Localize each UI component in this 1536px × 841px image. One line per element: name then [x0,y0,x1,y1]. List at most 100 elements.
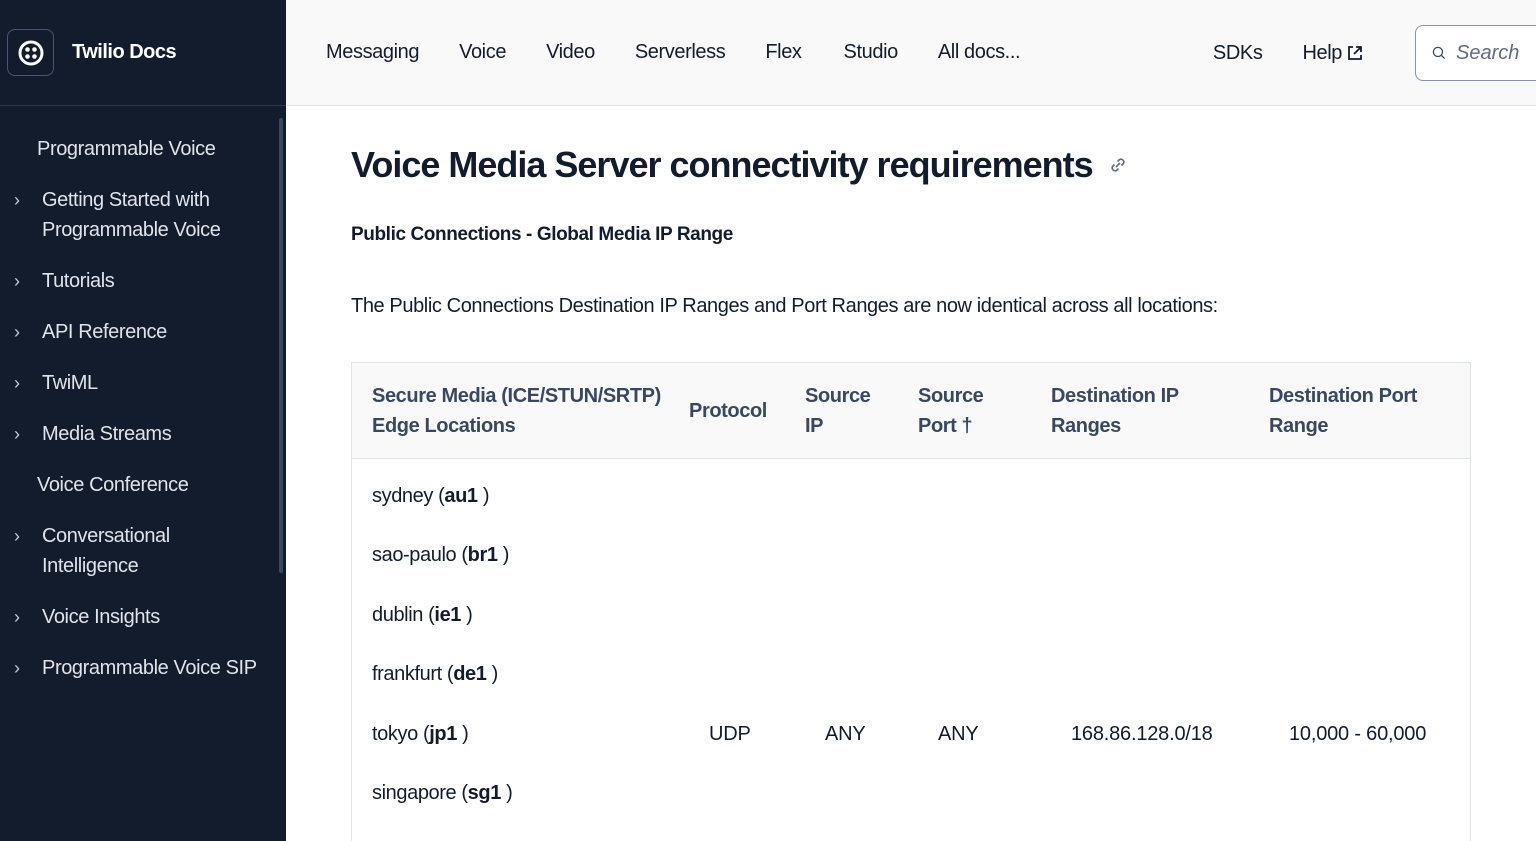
location-frankfurt: frankfurt (de1 ) [372,663,498,686]
cell-source-port: ANY [938,723,979,745]
nav-link-sdks[interactable]: SDKs [1213,42,1263,65]
header-line: Destination Port [1269,384,1418,407]
location-name: dublin ( [372,604,435,626]
header-line: Source [918,384,984,407]
sidebar-item-label: Programmable Voice [37,138,216,160]
nav-link-flex[interactable]: Flex [765,41,802,64]
column-header-edge-locations: Secure Media (ICE/STUN/SRTP) Edge Locati… [352,381,689,441]
sidebar-item-label: Programmable Voice SIP [42,657,257,679]
external-link-icon [1348,46,1362,60]
cell-destination-ip: 168.86.128.0/18 [1071,723,1213,745]
chevron-right-icon: › [14,271,20,291]
search-icon [1432,46,1446,60]
header-line: Ranges [1051,414,1121,437]
location-code: ie1 [434,604,462,626]
cell-source-ip: ANY [825,723,866,745]
location-code: br1 [467,544,498,566]
sidebar-item-programmable-voice-sip[interactable]: › Programmable Voice SIP [0,645,286,691]
search-input[interactable] [1456,41,1536,65]
chevron-right-icon: › [14,424,20,444]
sidebar-item-label: Voice Insights [42,606,160,628]
chevron-right-icon: › [14,607,20,627]
location-tokyo: tokyo (jp1 ) [372,723,469,746]
product-links: Messaging Voice Video Serverless Flex St… [326,41,1060,64]
twilio-logo-icon[interactable] [7,29,54,76]
location-singapore: singapore (sg1 ) [372,782,513,805]
location-code: sg1 [467,782,502,804]
sidebar-item-voice-conference[interactable]: Voice Conference [0,462,286,508]
cell-destination-port: 10,000 - 60,000 [1289,723,1427,745]
sidebar-item-media-streams[interactable]: › Media Streams [0,411,286,457]
top-navigation: Messaging Voice Video Serverless Flex St… [286,0,1536,106]
brand: Twilio Docs [0,0,286,106]
chevron-right-icon: › [14,322,20,342]
location-code: de1 [453,663,487,685]
header-line: Destination IP [1051,384,1179,407]
sidebar-item-programmable-voice[interactable]: Programmable Voice [0,126,286,172]
sidebar-item-conversational-intelligence[interactable]: › Conversational Intelligence [0,513,286,589]
table-header: Secure Media (ICE/STUN/SRTP) Edge Locati… [352,363,1470,459]
nav-link-studio[interactable]: Studio [844,41,899,64]
sidebar-item-api-reference[interactable]: › API Reference [0,309,286,355]
location-sao-paulo: sao-paulo (br1 ) [372,544,509,567]
column-header-source-ip: Source IP [805,381,918,441]
header-line: Secure Media (ICE/STUN/SRTP) [372,384,661,407]
header-line: Range [1269,414,1329,437]
page-title-text: Voice Media Server connectivity requirem… [351,144,1094,185]
header-line: Source [805,384,871,407]
cell-protocol: UDP [709,723,751,745]
sidebar-item-tutorials[interactable]: › Tutorials [0,258,286,304]
location-name: singapore ( [372,782,468,804]
nav-link-video[interactable]: Video [546,41,595,64]
location-paren: ) [500,782,513,804]
sidebar-item-voice-insights[interactable]: › Voice Insights [0,594,286,640]
help-label: Help [1302,41,1342,64]
chevron-right-icon: › [14,526,20,546]
nav-link-voice[interactable]: Voice [459,41,506,64]
header-line: Port † [918,414,973,437]
anchor-link-icon[interactable] [1107,154,1129,176]
top-right-actions: SDKs Help [1213,0,1536,106]
column-header-protocol: Protocol [689,396,805,426]
location-paren: ) [477,485,490,507]
location-code: au1 [444,485,478,507]
location-dublin: dublin (ie1 ) [372,604,473,627]
nav-link-messaging[interactable]: Messaging [326,41,420,64]
location-name: sao-paulo ( [372,544,468,566]
location-paren: ) [497,544,510,566]
column-header-source-port: Source Port † [918,381,1051,441]
sidebar-nav: Programmable Voice › Getting Started wit… [0,106,286,691]
header-line: Edge Locations [372,414,516,437]
chevron-right-icon: › [14,190,20,210]
connectivity-table: Secure Media (ICE/STUN/SRTP) Edge Locati… [351,362,1471,841]
location-paren: ) [456,723,469,745]
page-title: Voice Media Server connectivity requirem… [351,144,1129,186]
sidebar-item-label: Getting Started with Programmable Voice [42,189,221,241]
sidebar-item-getting-started[interactable]: › Getting Started with Programmable Voic… [0,177,286,253]
location-code: jp1 [429,723,457,745]
header-line: IP [805,414,824,437]
sidebar-item-twiml[interactable]: › TwiML [0,360,286,406]
nav-link-help[interactable]: Help [1302,42,1363,65]
section-subheading: Public Connections - Global Media IP Ran… [351,224,733,245]
location-paren: ) [486,663,499,685]
section-paragraph: The Public Connections Destination IP Ra… [351,295,1218,317]
nav-link-all-docs[interactable]: All docs... [938,41,1021,64]
sidebar-item-label: TwiML [42,372,98,394]
column-header-destination-port: Destination Port Range [1269,381,1469,441]
location-sydney: sydney (au1 ) [372,485,489,508]
location-name: frankfurt ( [372,663,454,685]
sidebar-scrollbar[interactable] [279,118,283,573]
nav-link-serverless[interactable]: Serverless [635,41,726,64]
sidebar-item-label: Media Streams [42,423,172,445]
column-header-destination-ip: Destination IP Ranges [1051,381,1269,441]
chevron-right-icon: › [14,373,20,393]
sidebar-item-label: API Reference [42,321,167,343]
location-name: tokyo ( [372,723,430,745]
location-paren: ) [461,604,473,626]
sidebar: Twilio Docs Programmable Voice › Getting… [0,0,286,841]
search-box[interactable] [1415,25,1536,81]
brand-title[interactable]: Twilio Docs [72,41,177,64]
sidebar-item-label: Tutorials [42,270,115,292]
sidebar-item-label: Voice Conference [37,474,189,496]
